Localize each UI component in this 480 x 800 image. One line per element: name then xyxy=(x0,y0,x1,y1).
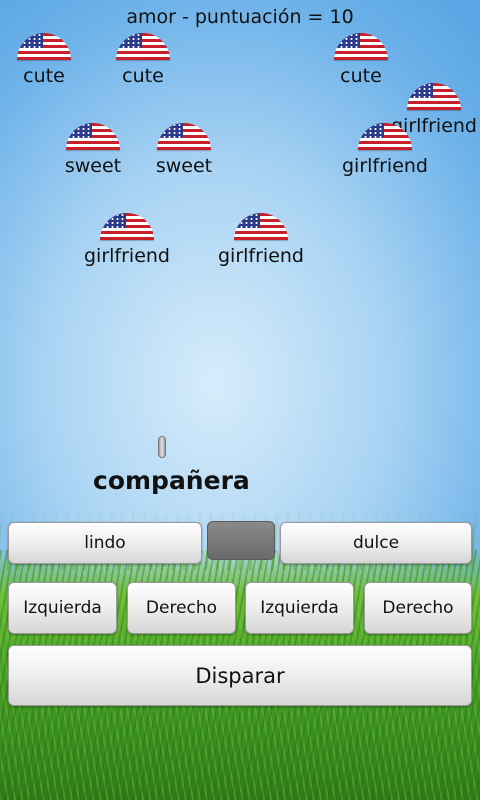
us-flag-icon xyxy=(100,213,154,240)
enemy-word: girlfriend xyxy=(341,155,428,177)
us-flag-icon xyxy=(17,33,71,60)
enemy-word: sweet xyxy=(155,155,213,177)
us-flag-icon xyxy=(157,123,211,150)
move-right-button-2[interactable]: Derecho xyxy=(364,582,472,634)
enemy-cute-2: cute xyxy=(83,33,203,87)
move-left-button-2[interactable]: Izquierda xyxy=(245,582,354,634)
enemy-sweet-2: sweet xyxy=(124,123,244,177)
us-flag-icon xyxy=(66,123,120,150)
target-word: compañera xyxy=(93,466,250,495)
us-flag-icon xyxy=(116,33,170,60)
move-left-button-1[interactable]: Izquierda xyxy=(8,582,117,634)
us-flag-icon xyxy=(334,33,388,60)
player-bullet xyxy=(158,436,166,458)
option-right-button[interactable]: dulce xyxy=(280,522,472,564)
fire-button[interactable]: Disparar xyxy=(8,645,472,706)
enemy-girlfriend-4: girlfriend xyxy=(201,213,321,267)
option-middle-button[interactable] xyxy=(207,521,275,560)
us-flag-icon xyxy=(358,123,412,150)
us-flag-icon xyxy=(407,83,461,110)
move-right-button-1[interactable]: Derecho xyxy=(127,582,236,634)
us-flag-icon xyxy=(234,213,288,240)
enemy-word: girlfriend xyxy=(217,245,304,267)
enemy-word: girlfriend xyxy=(83,245,170,267)
enemy-word: cute xyxy=(122,65,164,87)
enemy-girlfriend-2: girlfriend xyxy=(325,123,445,177)
option-left-button[interactable]: lindo xyxy=(8,522,202,564)
score-label: amor - puntuación = 10 xyxy=(126,6,354,28)
enemy-girlfriend-3: girlfriend xyxy=(67,213,187,267)
enemy-cute-3: cute xyxy=(301,33,421,87)
